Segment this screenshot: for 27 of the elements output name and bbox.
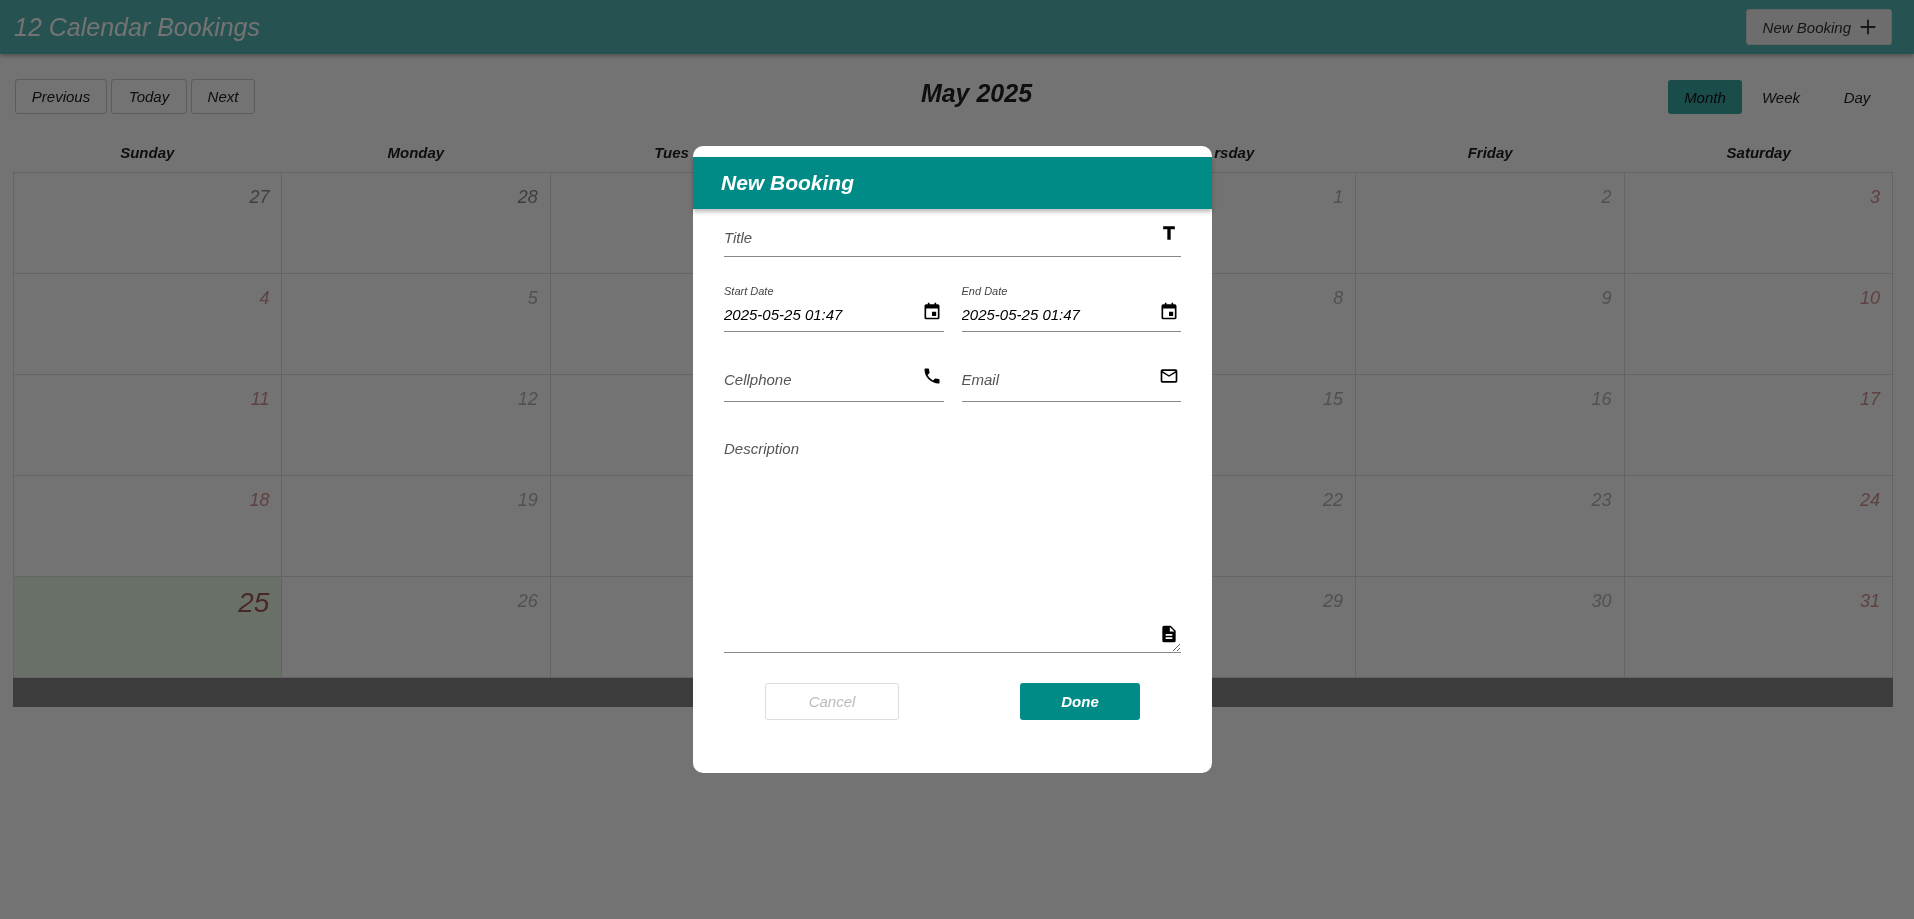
done-button[interactable]: Done [1020, 683, 1140, 720]
today-button[interactable]: Today [111, 79, 187, 114]
view-tab[interactable]: Week [1744, 80, 1818, 114]
description-field[interactable]: Description [724, 430, 1181, 653]
document-icon [1159, 624, 1179, 644]
envelope-icon [1159, 366, 1179, 386]
date-field[interactable]: End Date 2025-05-25 01:47 [961, 285, 1181, 332]
weekday-label: Tues [654, 143, 689, 161]
date-field[interactable]: Start Date 2025-05-25 01:47 [724, 285, 944, 332]
next-button[interactable]: Next [191, 79, 255, 114]
month-title: May 2025 [920, 79, 1033, 108]
weekday-label: Friday [1467, 143, 1513, 161]
today-cell[interactable]: 25 [14, 577, 283, 678]
date-input[interactable]: 2025-05-25 01:47 [961, 299, 1181, 331]
dialog-title: New Booking [693, 157, 1212, 209]
previous-button[interactable]: Previous [15, 79, 107, 114]
weekday-label: rsday [1214, 143, 1255, 161]
weekday-label: Saturday [1726, 143, 1791, 161]
day-number: 25 [238, 587, 270, 619]
calendar-icon [1159, 301, 1179, 321]
date-input[interactable]: 2025-05-25 01:47 [724, 299, 944, 331]
view-tab[interactable]: Month [1668, 80, 1742, 114]
app-title: 12 Calendar Bookings [14, 12, 260, 42]
weekday-label: Monday [387, 143, 445, 161]
view-tab[interactable]: Day [1820, 80, 1894, 114]
weekday-label: Sunday [120, 143, 175, 161]
new-booking-button[interactable]: New Booking [1745, 9, 1892, 45]
